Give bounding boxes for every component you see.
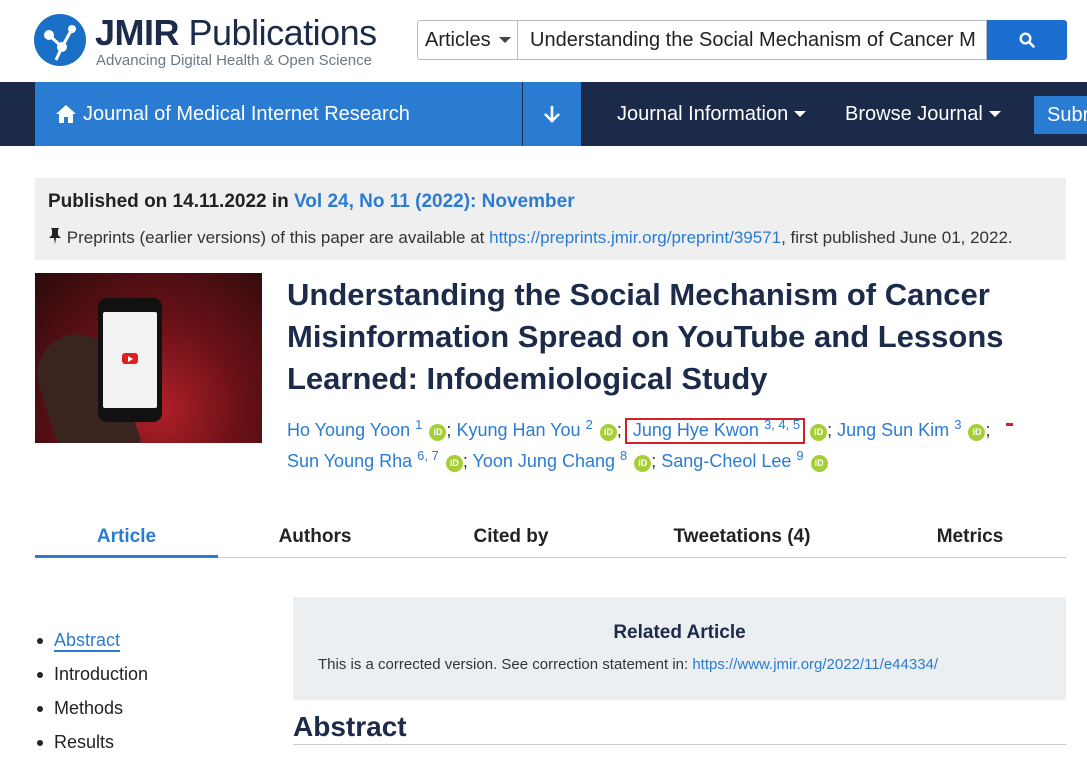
- orcid-icon[interactable]: iD: [968, 424, 986, 441]
- orcid-icon[interactable]: iD: [445, 455, 463, 472]
- orcid-icon[interactable]: iD: [429, 424, 447, 441]
- published-date: Published on 14.11.2022 in: [48, 191, 289, 212]
- search-scope-label: Articles: [425, 28, 491, 51]
- publication-info: Published on 14.11.2022 in Vol 24, No 11…: [35, 178, 1066, 260]
- author-link[interactable]: Sun Young Rha 6, 7: [287, 448, 439, 471]
- abstract-heading: Abstract: [293, 710, 1066, 745]
- toc-item-methods[interactable]: Methods: [35, 696, 275, 730]
- tab-cited-by[interactable]: Cited by: [431, 520, 591, 558]
- toc-item-introduction[interactable]: Introduction: [35, 662, 275, 696]
- published-line: Published on 14.11.2022 in Vol 24, No 11…: [48, 191, 575, 213]
- search-input[interactable]: Understanding the Social Mechanism of Ca…: [517, 20, 987, 60]
- author-list: Ho Young Yoon 1 iD; Kyung Han You 2 iD; …: [287, 417, 991, 472]
- nav-journal-information[interactable]: Journal Information: [617, 82, 807, 146]
- nav-journal-label: Journal of Medical Internet Research: [83, 102, 410, 125]
- author-link[interactable]: Yoon Jung Chang 8: [473, 448, 628, 471]
- phone-screen: [103, 312, 157, 408]
- pin-icon: [49, 228, 61, 244]
- site-tagline: Advancing Digital Health & Open Science: [96, 52, 372, 69]
- orcid-icon[interactable]: iD: [599, 424, 617, 441]
- toc-item-abstract[interactable]: Abstract: [35, 628, 275, 662]
- orcid-icon[interactable]: iD: [634, 455, 652, 472]
- red-marker: [1006, 423, 1013, 426]
- author-link[interactable]: Kyung Han You 2: [456, 417, 592, 440]
- nav-item-label: Journal Information: [617, 102, 789, 125]
- chevron-down-icon: [498, 37, 511, 43]
- nav-browse-journal[interactable]: Browse Journal: [845, 82, 1001, 146]
- search-bar: Articles Understanding the Social Mechan…: [417, 20, 1067, 60]
- tab-authors[interactable]: Authors: [235, 520, 395, 558]
- caret-down-icon: [794, 111, 807, 117]
- home-icon: [56, 105, 76, 123]
- related-article-box: Related Article This is a corrected vers…: [293, 597, 1066, 700]
- nav-item-label: Browse Journal: [845, 102, 983, 125]
- orcid-icon[interactable]: iD: [810, 424, 828, 441]
- preprint-date: , first published June 01, 2022.: [781, 228, 1013, 247]
- author-link[interactable]: Sang-Cheol Lee 9: [661, 448, 803, 471]
- phone-image: [98, 298, 162, 422]
- main-nav: Journal of Medical Internet Research Jou…: [0, 82, 1087, 146]
- related-article-title: Related Article: [613, 622, 746, 643]
- issue-link[interactable]: Vol 24, No 11 (2022): November: [294, 191, 575, 212]
- tab-metrics[interactable]: Metrics: [915, 520, 1025, 558]
- nav-journal-home[interactable]: Journal of Medical Internet Research: [35, 82, 522, 146]
- author-link[interactable]: Ho Young Yoon 1: [287, 417, 422, 440]
- arrow-down-icon: [544, 106, 560, 123]
- tab-tweetations[interactable]: Tweetations (4): [652, 520, 832, 558]
- article-thumbnail: [35, 273, 262, 443]
- caret-down-icon: [988, 111, 1001, 117]
- nav-expand-button[interactable]: [523, 82, 581, 146]
- author-link-highlighted[interactable]: Jung Hye Kwon 3, 4, 5: [624, 417, 806, 444]
- related-article-text: This is a corrected version. See correct…: [318, 656, 939, 673]
- orcid-icon[interactable]: iD: [810, 455, 828, 472]
- preprint-link[interactable]: https://preprints.jmir.org/preprint/3957…: [489, 228, 781, 247]
- table-of-contents: Abstract Introduction Methods Results: [35, 628, 275, 758]
- search-scope-select[interactable]: Articles: [417, 20, 517, 60]
- search-icon: [1019, 32, 1035, 48]
- nav-submit-button[interactable]: Subm: [1034, 96, 1087, 134]
- tab-article[interactable]: Article: [35, 520, 218, 558]
- author-link[interactable]: Jung Sun Kim 3: [837, 417, 961, 440]
- site-logo-text[interactable]: JMIR Publications: [95, 12, 377, 54]
- article-tabs: Article Authors Cited by Tweetations (4)…: [35, 520, 1066, 558]
- toc-item-results[interactable]: Results: [35, 730, 275, 758]
- article-title: Understanding the Social Mechanism of Ca…: [287, 277, 1004, 396]
- jmir-logo-icon[interactable]: [34, 14, 86, 66]
- preprint-line: Preprints (earlier versions) of this pap…: [48, 227, 1013, 248]
- preprint-text: Preprints (earlier versions) of this pap…: [66, 228, 485, 247]
- youtube-icon: [122, 353, 138, 364]
- correction-link[interactable]: https://www.jmir.org/2022/11/e44334/: [692, 656, 938, 673]
- site-header: JMIR Publications Advancing Digital Heal…: [0, 0, 1087, 82]
- search-button[interactable]: [987, 20, 1067, 60]
